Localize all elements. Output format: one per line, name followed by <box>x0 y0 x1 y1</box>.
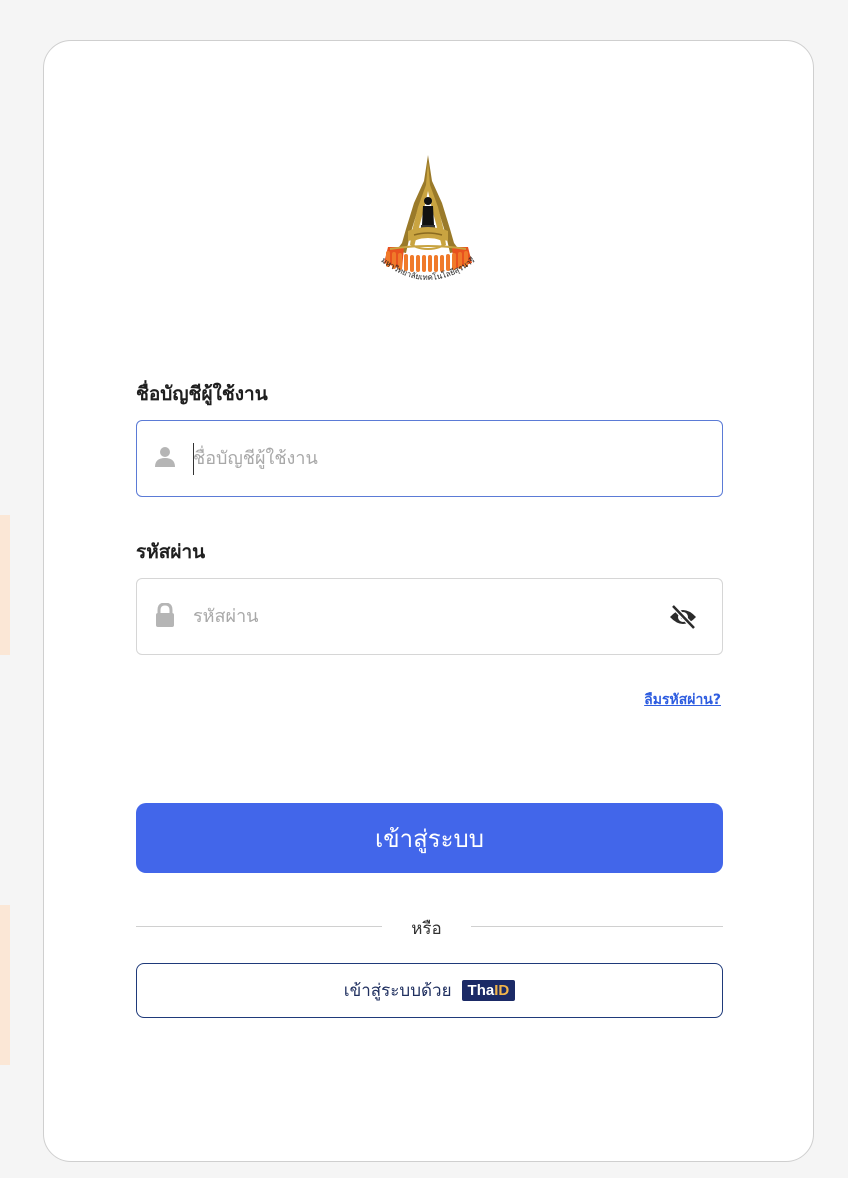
username-field[interactable] <box>136 420 723 497</box>
divider-line <box>471 926 723 927</box>
thaid-logo: ThaID <box>461 980 516 1001</box>
thaid-logo-suffix: ID <box>494 982 510 999</box>
suranaree-university-emblem-icon: มหาวิทยาลัยเทคโนโลยีสุรนารี <box>379 155 477 282</box>
password-label: รหัสผ่าน <box>136 541 206 563</box>
divider-line <box>136 926 382 927</box>
text-caret <box>193 443 194 475</box>
background-accent <box>0 515 10 655</box>
thaid-login-button[interactable]: เข้าสู่ระบบด้วย ThaID <box>136 963 723 1018</box>
login-card: มหาวิทยาลัยเทคโนโลยีสุรนารี ชื่อบัญชีผู้… <box>43 40 814 1162</box>
divider-text: หรือ <box>411 919 442 939</box>
password-input[interactable] <box>193 597 633 635</box>
thaid-logo-prefix: Tha <box>467 982 495 999</box>
university-logo: มหาวิทยาลัยเทคโนโลยีสุรนารี <box>366 151 490 291</box>
password-field[interactable] <box>136 578 723 655</box>
lock-icon <box>156 603 174 627</box>
username-label: ชื่อบัญชีผู้ใช้งาน <box>136 383 268 405</box>
username-input[interactable] <box>193 439 633 477</box>
login-button[interactable]: เข้าสู่ระบบ <box>136 803 723 873</box>
toggle-password-visibility-button[interactable] <box>668 603 698 631</box>
user-icon <box>155 447 175 467</box>
eye-slash-icon <box>670 604 696 630</box>
background-accent <box>0 905 10 1065</box>
forgot-password-link[interactable]: ลืมรหัสผ่าน? <box>644 689 721 711</box>
thaid-button-label: เข้าสู่ระบบด้วย <box>343 981 452 1001</box>
